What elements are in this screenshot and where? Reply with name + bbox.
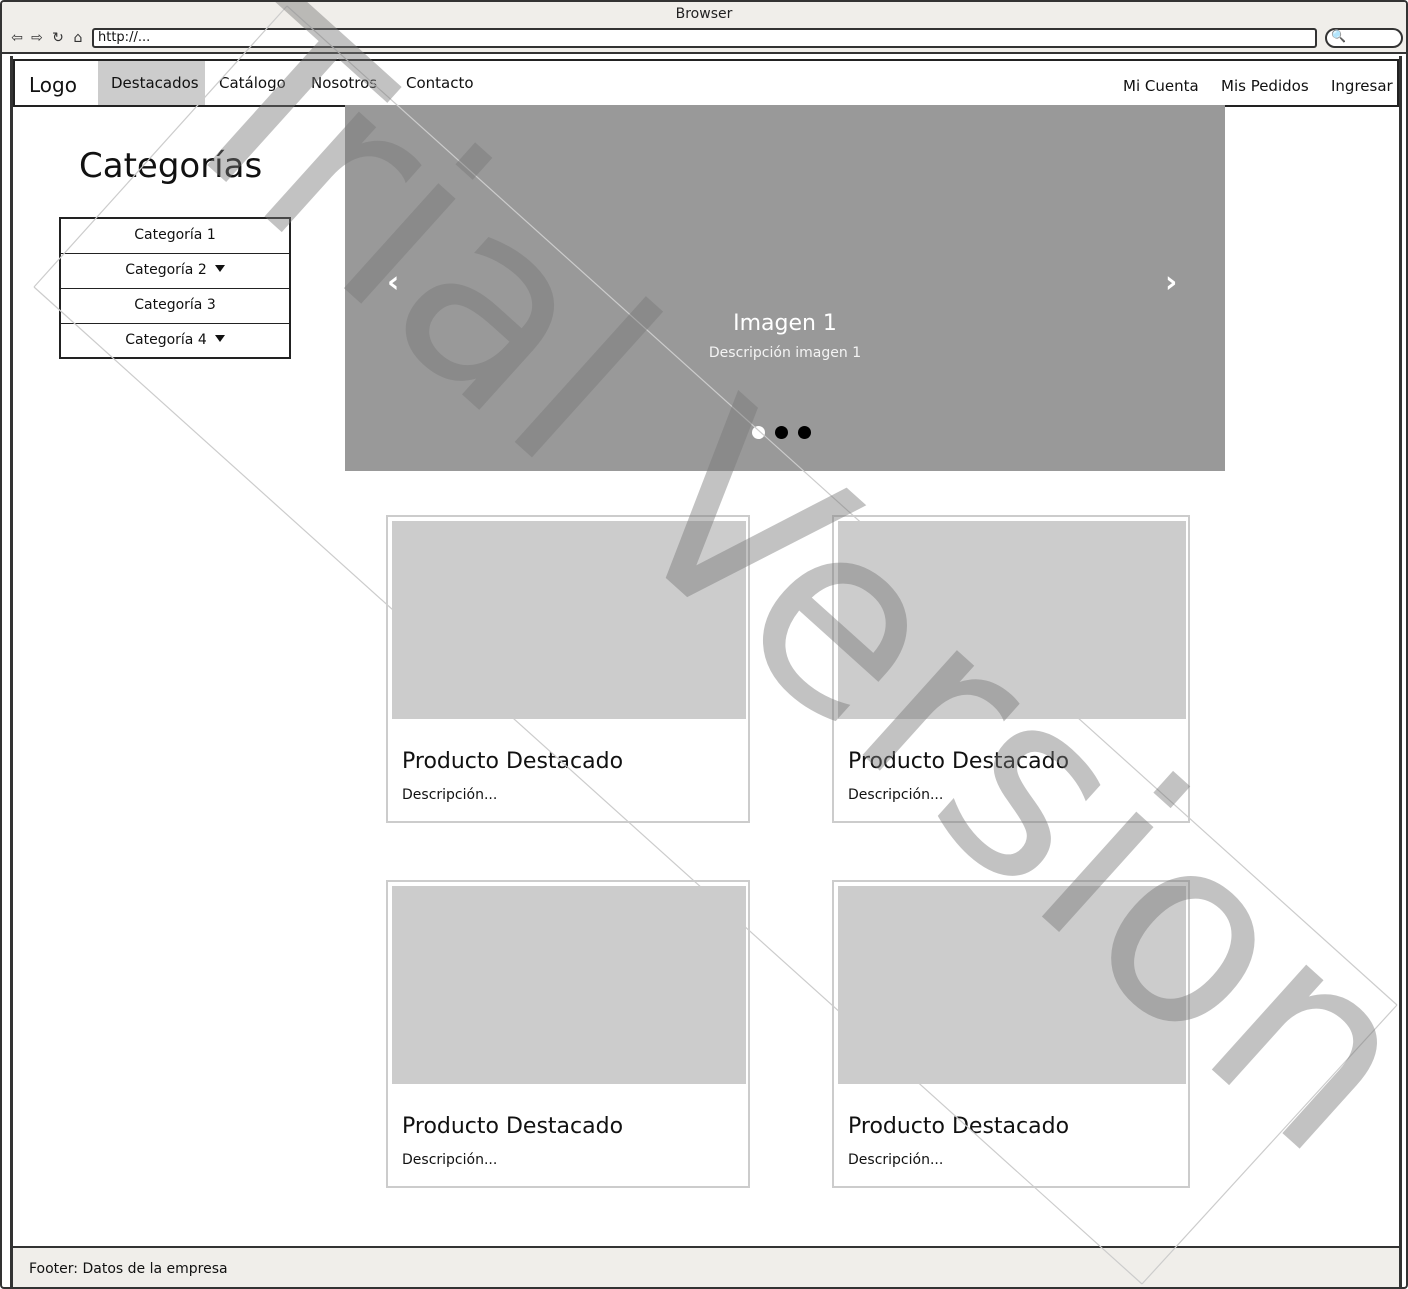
nav-item-contacto[interactable]: Contacto <box>406 61 474 105</box>
carousel-title: Imagen 1 <box>733 311 837 336</box>
product-card[interactable]: Producto Destacado Descripción... <box>386 880 750 1188</box>
logo[interactable]: Logo <box>29 73 77 97</box>
product-description: Descripción... <box>402 1152 498 1168</box>
product-image <box>392 521 746 719</box>
category-item-3[interactable]: Categoría 3 <box>61 289 289 324</box>
carousel-description: Descripción imagen 1 <box>708 345 862 361</box>
category-item-1[interactable]: Categoría 1 <box>61 219 289 254</box>
back-icon[interactable]: ⇦ <box>8 29 26 47</box>
browser-window: Browser ⇦ ⇨ ↻ ⌂ http://... 🔍 Logo Destac… <box>0 0 1408 1289</box>
image-carousel: ‹ › Imagen 1 Descripción imagen 1 <box>345 105 1225 471</box>
category-item-4[interactable]: Categoría 4 <box>61 324 289 359</box>
product-image <box>838 521 1186 719</box>
product-description: Descripción... <box>402 787 498 803</box>
nav-item-nosotros[interactable]: Nosotros <box>311 61 377 105</box>
product-image <box>838 886 1186 1084</box>
caret-down-icon <box>214 265 225 272</box>
category-item-2[interactable]: Categoría 2 <box>61 254 289 289</box>
product-title: Producto Destacado <box>402 1114 624 1139</box>
nav-item-mis-pedidos[interactable]: Mis Pedidos <box>1221 61 1309 105</box>
product-description: Descripción... <box>848 1152 944 1168</box>
category-label: Categoría 4 <box>125 332 207 348</box>
product-card[interactable]: Producto Destacado Descripción... <box>832 880 1190 1188</box>
product-title: Producto Destacado <box>402 749 624 774</box>
carousel-dot-3[interactable] <box>798 426 811 439</box>
search-icon: 🔍 <box>1331 29 1346 43</box>
product-title: Producto Destacado <box>848 1114 1070 1139</box>
home-icon[interactable]: ⌂ <box>69 29 87 47</box>
chevron-right-icon[interactable]: › <box>1165 265 1177 300</box>
reload-icon[interactable]: ↻ <box>49 29 67 47</box>
nav-item-destacados[interactable]: Destacados <box>98 61 205 105</box>
carousel-dot-1[interactable] <box>752 426 765 439</box>
category-label: Categoría 3 <box>134 297 216 313</box>
carousel-indicators <box>752 424 821 443</box>
browser-search-input[interactable]: 🔍 <box>1325 28 1403 48</box>
carousel-dot-2[interactable] <box>775 426 788 439</box>
top-navigation: Logo Destacados Catálogo Nosotros Contac… <box>13 59 1399 107</box>
nav-item-ingresar[interactable]: Ingresar <box>1331 61 1393 105</box>
caret-down-icon <box>214 335 225 342</box>
nav-item-mi-cuenta[interactable]: Mi Cuenta <box>1123 61 1199 105</box>
product-image <box>392 886 746 1084</box>
category-label: Categoría 1 <box>134 227 216 243</box>
product-title: Producto Destacado <box>848 749 1070 774</box>
browser-toolbar: ⇦ ⇨ ↻ ⌂ http://... 🔍 <box>2 26 1406 54</box>
window-title: Browser <box>2 2 1406 26</box>
product-description: Descripción... <box>848 787 944 803</box>
address-bar[interactable]: http://... <box>92 28 1317 48</box>
product-card[interactable]: Producto Destacado Descripción... <box>832 515 1190 823</box>
nav-item-catalogo[interactable]: Catálogo <box>219 61 286 105</box>
category-label: Categoría 2 <box>125 262 207 278</box>
categories-list: Categoría 1 Categoría 2 Categoría 3 Cate… <box>59 217 291 359</box>
chevron-left-icon[interactable]: ‹ <box>387 265 399 300</box>
page-content: Logo Destacados Catálogo Nosotros Contac… <box>10 56 1402 1287</box>
categories-title: Categorías <box>79 146 263 186</box>
product-card[interactable]: Producto Destacado Descripción... <box>386 515 750 823</box>
footer: Footer: Datos de la empresa <box>13 1246 1399 1287</box>
forward-icon[interactable]: ⇨ <box>28 29 46 47</box>
